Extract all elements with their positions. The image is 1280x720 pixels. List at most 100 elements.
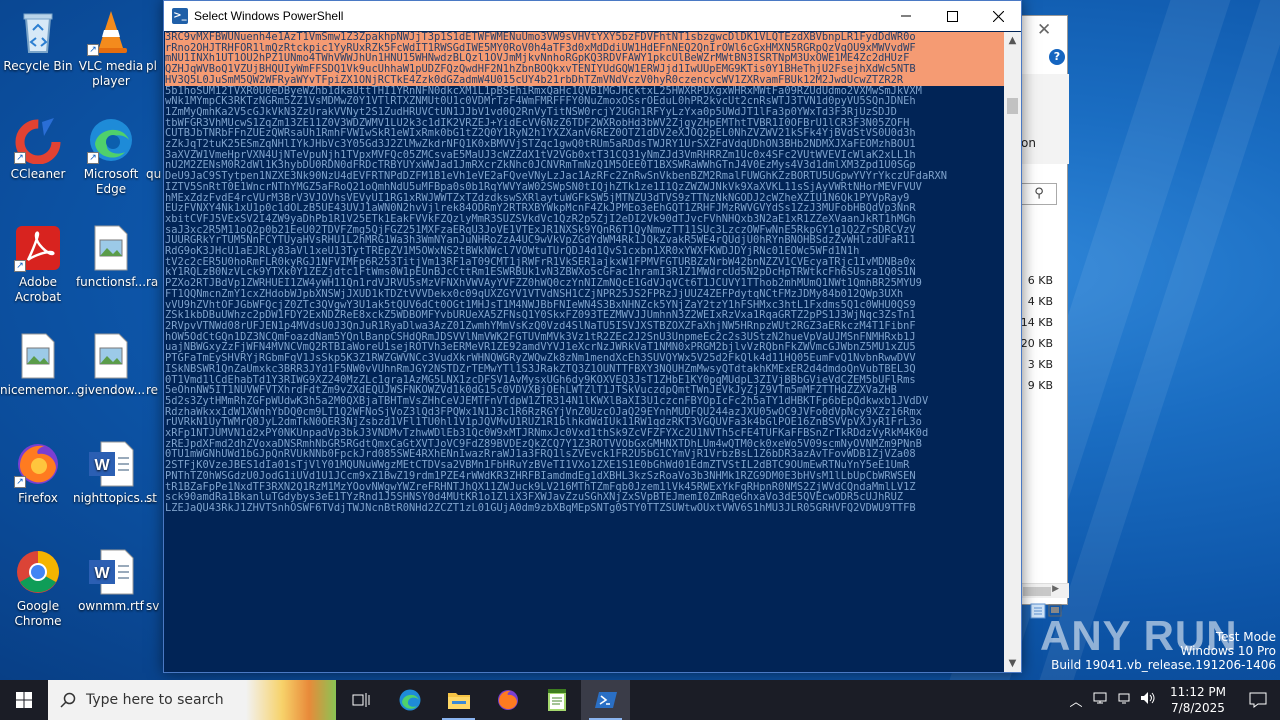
search-placeholder: Type here to search: [86, 692, 224, 708]
powershell-window[interactable]: >_ Select Windows PowerShell 3RC9vMXFBWU…: [163, 0, 1022, 673]
desktop-icon-word-doc[interactable]: W ownmm.rtf: [73, 548, 149, 614]
shortcut-arrow-icon: ↗: [14, 152, 26, 164]
console-line[interactable]: FT1QQNmcnZmY1cxZHdobWJpbXNSWjJXUD1kTDZtV…: [165, 289, 1004, 300]
system-tray: ︿ 11:12 PM 7/8/2025: [1064, 680, 1280, 720]
console-line[interactable]: LZEJaQU43RkJ1ZHVTSnhOSWF6TVdjTWJNcnBtR0N…: [165, 503, 1004, 514]
acrobat-icon: ↗: [14, 224, 62, 272]
powershell-icon: >_: [172, 8, 188, 24]
close-button[interactable]: [975, 1, 1021, 31]
word-document-icon: W: [87, 440, 135, 488]
window-title: Select Windows PowerShell: [194, 9, 344, 23]
taskbar-powershell-button[interactable]: [581, 680, 630, 720]
wired-network-icon[interactable]: [1112, 691, 1136, 709]
taskbar: Type here to search ︿ 11:12 PM 7/8/2025: [0, 680, 1280, 720]
ccleaner-icon: ↗: [14, 116, 62, 165]
edge-icon: ↗: [87, 116, 135, 164]
clock-time: 11:12 PM: [1170, 685, 1226, 699]
recycle-bin-icon: [14, 8, 62, 56]
image-file-icon: [87, 224, 135, 272]
taskbar-firefox-button[interactable]: [483, 680, 532, 720]
taskbar-search-box[interactable]: Type here to search: [48, 680, 336, 720]
horizontal-scrollbar[interactable]: ▶: [1021, 583, 1069, 598]
powershell-icon: [594, 692, 617, 708]
desktop-icon-image-file[interactable]: nicememor...: [0, 332, 79, 398]
scroll-up-icon[interactable]: ▲: [1004, 32, 1021, 49]
desktop-icon-label: functionsf...: [75, 275, 147, 289]
help-icon[interactable]: ?: [1049, 49, 1065, 65]
firefox-icon: [497, 690, 518, 710]
console-line[interactable]: ISkNBSWR1QnZaUmxkc3BRR3JYd1F5NW0vVUhnRmJ…: [165, 364, 1004, 375]
scroll-right-icon[interactable]: ▶: [1052, 584, 1059, 594]
edition-line: Windows 10 Pro: [1180, 644, 1276, 658]
chrome-icon: [14, 548, 62, 596]
taskbar-explorer-button[interactable]: [434, 680, 483, 720]
scroll-down-icon[interactable]: ▼: [1004, 655, 1021, 672]
desktop-icon-acrobat[interactable]: ↗ Adobe Acrobat: [0, 224, 76, 305]
desktop-icon-word-doc[interactable]: W nighttopics....: [73, 440, 155, 506]
shortcut-arrow-icon: ↗: [87, 152, 99, 164]
build-line: Build 19041.vb_release.191206-1406: [1051, 658, 1276, 672]
desktop-icon-label: Adobe Acrobat: [14, 275, 62, 304]
desktop-icon-recycle-bin[interactable]: Recycle Bin: [0, 8, 76, 74]
volume-icon[interactable]: [1136, 691, 1160, 709]
edge-icon: [399, 689, 420, 711]
notepad-icon: [547, 689, 566, 711]
word-document-icon: W: [87, 548, 135, 596]
svg-text:W: W: [94, 457, 110, 474]
desktop-icon-firefox[interactable]: ↗ Firefox: [0, 440, 76, 506]
minimize-icon: [901, 15, 911, 17]
console-line[interactable]: 5d2s3ZytHMmRhZGFpWUdwK3h5a2M0QXBjaTBHTmV…: [165, 396, 1004, 407]
desktop-icon-image-file[interactable]: givendow...: [73, 332, 149, 398]
scrollbar-thumb[interactable]: [1007, 98, 1018, 114]
desktop-icon-ccleaner[interactable]: ↗ CCleaner: [0, 116, 76, 182]
desktop-icon-chrome[interactable]: Google Chrome: [0, 548, 76, 629]
network-icon[interactable]: [1088, 691, 1112, 709]
desktop-icon-edge[interactable]: ↗ Microsoft Edge: [73, 116, 149, 197]
clock-date: 7/8/2025: [1171, 701, 1225, 715]
windows-logo-icon: [16, 692, 32, 708]
maximize-icon: [946, 10, 958, 22]
minimize-button[interactable]: [883, 1, 929, 31]
desktop-icon-label: Google Chrome: [14, 599, 62, 628]
search-highlight-image: [246, 680, 336, 720]
console-output[interactable]: 3RC9vMXFBWUNuenh4e1AzT1VmSmw1Z3ZpakhpNWJ…: [164, 32, 1004, 672]
ribbon-partial-text: on: [1021, 136, 1036, 150]
vertical-scrollbar[interactable]: ▲ ▼: [1004, 32, 1021, 672]
desktop-icon-label: ownmm.rtf: [78, 599, 144, 613]
search-icon[interactable]: ⚲: [1021, 183, 1057, 205]
console-line[interactable]: IZTV5SnRtT0E1WncrNThYMGZ5aFRoQ21oQmhNdU5…: [165, 182, 1004, 193]
taskbar-notepad-button[interactable]: [532, 680, 581, 720]
close-icon[interactable]: ✕: [1037, 20, 1051, 40]
test-mode-notice: Test Mode Windows 10 Pro Build 19041.vb_…: [1051, 630, 1276, 672]
image-file-icon: [87, 332, 135, 380]
desktop-icon-label: nicememor...: [0, 383, 79, 397]
vlc-cone-icon: ↗: [87, 8, 135, 56]
file-size: 9 KB: [1027, 379, 1053, 392]
maximize-button[interactable]: [929, 1, 975, 31]
desktop-icon-label: Firefox: [18, 491, 58, 505]
clock[interactable]: 11:12 PM 7/8/2025: [1160, 684, 1236, 716]
close-icon: [992, 10, 1004, 22]
console-line[interactable]: PNThTZ0hWSGdzU0JodG1iUVd1U1JCcm9xZ1BwZ19…: [165, 471, 1004, 482]
file-size: 20 KB: [1020, 337, 1053, 350]
selected-console-line[interactable]: HV3Q5L0JuSmM5QW2WFRyaWYvTFpiZX1ONjRCTkE4…: [165, 75, 1004, 86]
taskbar-edge-button[interactable]: [385, 680, 434, 720]
window-titlebar[interactable]: >_ Select Windows PowerShell: [164, 1, 1021, 31]
file-size: 3 KB: [1027, 358, 1053, 371]
notification-center-button[interactable]: [1236, 692, 1280, 708]
task-view-button[interactable]: [336, 680, 385, 720]
firefox-icon: ↗: [14, 440, 62, 488]
start-button[interactable]: [0, 680, 48, 720]
ribbon-pane: [1021, 74, 1069, 164]
file-size: 6 KB: [1027, 274, 1053, 287]
desktop-icon-image-file[interactable]: functionsf...: [73, 224, 149, 290]
desktop-icon-label: VLC media player: [78, 59, 144, 88]
desktop-icon-label: nighttopics....: [73, 491, 155, 505]
chevron-up-icon[interactable]: ︿: [1064, 691, 1088, 710]
scrollbar-thumb[interactable]: [1023, 587, 1051, 596]
svg-text:W: W: [94, 565, 110, 582]
shortcut-arrow-icon: ↗: [14, 476, 26, 488]
desktop-icon-vlc[interactable]: ↗ VLC media player: [73, 8, 149, 89]
folder-icon: [447, 693, 470, 709]
desktop-icon-label: Recycle Bin: [3, 59, 73, 73]
